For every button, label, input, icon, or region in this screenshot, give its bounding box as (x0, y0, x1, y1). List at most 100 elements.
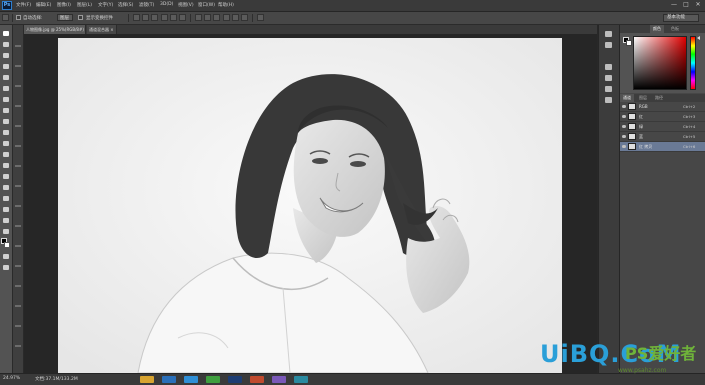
distribute-bottom-icon[interactable] (213, 14, 220, 21)
distribute-hcenter-icon[interactable] (232, 14, 239, 21)
document-tab-main[interactable]: 人物图像.jpg @ 25%(RGB/8#) × (24, 25, 86, 34)
minimize-button[interactable]: — (669, 1, 679, 9)
dodge-tool-icon[interactable] (2, 173, 10, 180)
tab-swatches[interactable]: 色板 (668, 25, 682, 33)
channel-row-selected[interactable]: 红 拷贝 Ctrl+6 (620, 142, 705, 152)
strip-mark (15, 85, 21, 87)
app-icon[interactable] (272, 376, 286, 383)
hue-slider-handle[interactable] (697, 36, 700, 40)
channel-row[interactable]: 绿 Ctrl+4 (620, 122, 705, 132)
canvas-area[interactable] (24, 34, 597, 373)
strip-mark (15, 285, 21, 287)
close-window-button[interactable]: ✕ (693, 1, 703, 9)
visibility-eye-icon[interactable] (622, 145, 626, 148)
channel-thumbnail (628, 133, 636, 140)
zoom-level[interactable]: 24.97% (3, 376, 20, 381)
quick-mask-icon[interactable] (2, 253, 10, 260)
clone-stamp-tool-icon[interactable] (2, 118, 10, 125)
auto-align-icon[interactable] (257, 14, 264, 21)
path-select-tool-icon[interactable] (2, 206, 10, 213)
healing-brush-tool-icon[interactable] (2, 96, 10, 103)
type-tool-icon[interactable] (2, 195, 10, 202)
distribute-right-icon[interactable] (241, 14, 248, 21)
character-panel-icon[interactable] (604, 85, 613, 93)
workspace-dropdown[interactable]: 基本功能 (663, 14, 699, 22)
tab-color[interactable]: 颜色 (650, 25, 664, 33)
strip-mark (15, 185, 21, 187)
brush-panel-icon[interactable] (604, 63, 613, 71)
properties-panel-icon[interactable] (604, 41, 613, 49)
app-icon[interactable] (184, 376, 198, 383)
align-left-icon[interactable] (161, 14, 168, 21)
distribute-vcenter-icon[interactable] (204, 14, 211, 21)
background-color-swatch[interactable] (626, 40, 632, 46)
distribute-left-icon[interactable] (223, 14, 230, 21)
menu-window[interactable]: 窗口(W) (198, 2, 215, 8)
history-panel-icon[interactable] (604, 30, 613, 38)
document-tab-adjustment[interactable]: 通道混合器 × (87, 25, 117, 34)
show-transform-checkbox[interactable] (78, 15, 83, 20)
visibility-eye-icon[interactable] (622, 135, 626, 138)
hand-tool-icon[interactable] (2, 228, 10, 235)
align-top-icon[interactable] (133, 14, 140, 21)
clone-source-panel-icon[interactable] (604, 74, 613, 82)
app-icon[interactable] (250, 376, 264, 383)
browser-icon[interactable] (162, 376, 176, 383)
strip-mark (15, 345, 21, 347)
tab-layers[interactable]: 图层 (636, 94, 650, 102)
pen-tool-icon[interactable] (2, 184, 10, 191)
align-hcenter-icon[interactable] (170, 14, 177, 21)
menu-type[interactable]: 文字(Y) (98, 2, 113, 8)
move-tool-icon[interactable] (2, 14, 9, 21)
crop-tool-icon[interactable] (2, 74, 10, 81)
channel-thumbnail (628, 123, 636, 130)
auto-select-dropdown[interactable]: 图层 (57, 14, 73, 21)
menu-layer[interactable]: 图层(L) (77, 2, 92, 8)
shape-tool-icon[interactable] (2, 217, 10, 224)
hue-slider[interactable] (690, 36, 696, 90)
color-picker-field[interactable] (633, 36, 687, 90)
visibility-eye-icon[interactable] (622, 105, 626, 108)
quick-select-tool-icon[interactable] (2, 63, 10, 70)
screen-mode-icon[interactable] (2, 264, 10, 271)
channel-row[interactable]: 蓝 Ctrl+5 (620, 132, 705, 142)
blur-tool-icon[interactable] (2, 162, 10, 169)
menu-file[interactable]: 文件(F) (16, 2, 31, 8)
strip-mark (15, 265, 21, 267)
menu-help[interactable]: 帮助(H) (218, 2, 234, 8)
align-bottom-icon[interactable] (151, 14, 158, 21)
app-icon[interactable] (294, 376, 308, 383)
align-vcenter-icon[interactable] (142, 14, 149, 21)
menu-filter[interactable]: 滤镜(T) (139, 2, 154, 8)
menu-3d[interactable]: 3D(D) (160, 2, 173, 7)
marquee-tool-icon[interactable] (2, 41, 10, 48)
document-image[interactable] (58, 38, 562, 373)
maximize-button[interactable]: □ (681, 1, 691, 9)
auto-select-checkbox[interactable] (16, 15, 21, 20)
tab-paths[interactable]: 路径 (652, 94, 666, 102)
lasso-tool-icon[interactable] (2, 52, 10, 59)
brush-tool-icon[interactable] (2, 107, 10, 114)
eyedropper-tool-icon[interactable] (2, 85, 10, 92)
visibility-eye-icon[interactable] (622, 125, 626, 128)
photoshop-task-icon[interactable] (228, 376, 242, 383)
app-icon[interactable] (206, 376, 220, 383)
gradient-tool-icon[interactable] (2, 151, 10, 158)
menu-edit[interactable]: 编辑(E) (36, 2, 51, 8)
folder-icon[interactable] (140, 376, 154, 383)
channel-row[interactable]: RGB Ctrl+2 (620, 102, 705, 112)
channel-row[interactable]: 红 Ctrl+3 (620, 112, 705, 122)
eraser-tool-icon[interactable] (2, 140, 10, 147)
move-tool-icon[interactable] (2, 30, 10, 37)
distribute-top-icon[interactable] (195, 14, 202, 21)
menu-select[interactable]: 选择(S) (118, 2, 133, 8)
menu-view[interactable]: 视图(V) (178, 2, 194, 8)
align-right-icon[interactable] (179, 14, 186, 21)
menu-image[interactable]: 图像(I) (57, 2, 71, 8)
visibility-eye-icon[interactable] (622, 115, 626, 118)
tab-channels[interactable]: 通道 (620, 94, 634, 102)
strip-mark (15, 45, 21, 47)
paragraph-panel-icon[interactable] (604, 96, 613, 104)
history-brush-tool-icon[interactable] (2, 129, 10, 136)
background-color-swatch[interactable] (4, 242, 10, 248)
